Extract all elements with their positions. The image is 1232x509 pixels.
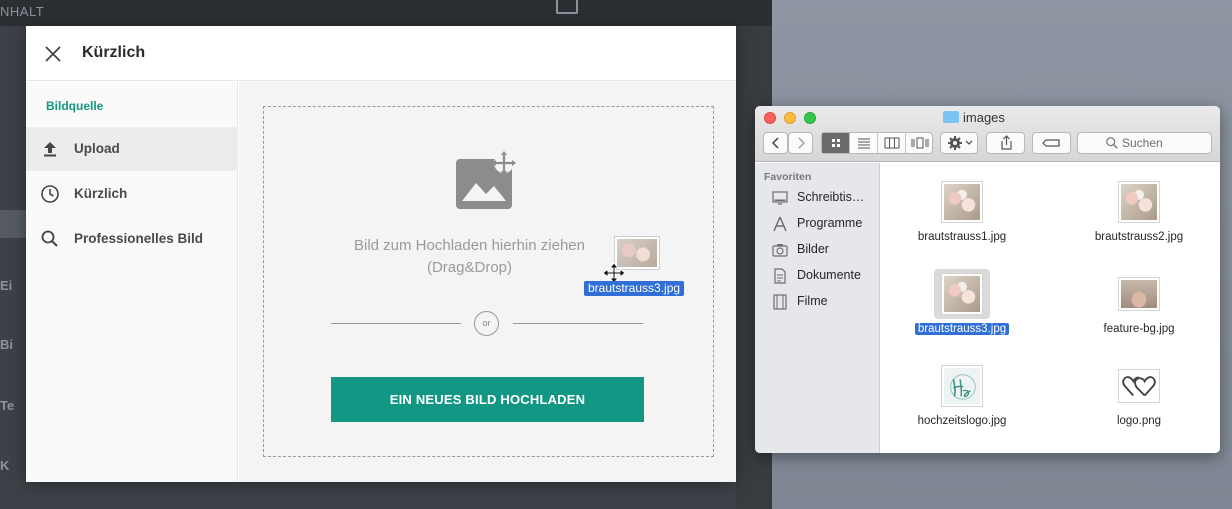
columns-icon — [884, 137, 900, 149]
sidebar-item-label: Kürzlich — [74, 186, 128, 201]
file-thumbnail — [941, 365, 983, 407]
desktop-icon — [772, 190, 788, 206]
tag-icon — [1042, 139, 1060, 147]
sidebar-heading: Bildquelle — [46, 99, 104, 113]
sidebar-item-label: Dokumente — [797, 268, 861, 282]
search-placeholder: Suchen — [1122, 136, 1163, 150]
file-item[interactable]: hochzeitslogo.jpg — [897, 353, 1027, 433]
sidebar-item-label: Upload — [74, 141, 120, 156]
file-name: brautstrauss1.jpg — [917, 231, 1007, 243]
sidebar-item-professional-image[interactable]: Professionelles Bild — [26, 217, 238, 261]
folder-icon — [943, 111, 959, 123]
finder-window-title: images — [943, 110, 1005, 125]
share-icon — [1001, 135, 1012, 150]
sidebar-item-applications[interactable]: Programme — [772, 213, 880, 235]
sidebar-item-desktop[interactable]: Schreibtis… — [772, 187, 880, 209]
file-thumbnail — [941, 181, 983, 223]
background-topbar: NHALT — [0, 0, 772, 26]
background-header-text: NHALT — [0, 4, 45, 19]
file-thumbnail — [1118, 369, 1160, 403]
share-button[interactable] — [986, 132, 1025, 154]
list-view-button[interactable] — [850, 133, 878, 153]
hochzeitslogo-thumbnail — [944, 368, 980, 404]
icon-view-button[interactable] — [822, 133, 850, 153]
upload-new-image-button[interactable]: EIN NEUES BILD HOCHLADEN — [331, 377, 644, 422]
sidebar-item-label: Schreibtis… — [797, 190, 865, 204]
file-name: logo.png — [1116, 415, 1162, 427]
back-button[interactable] — [763, 132, 788, 154]
background-text-fragment: K — [0, 458, 10, 473]
applications-icon — [772, 216, 788, 232]
finder-sidebar: Favoriten Schreibtis… Programme Bilder D… — [755, 163, 880, 453]
grid-icon — [832, 139, 840, 147]
finder-window: images Suchen Favoriten Schreibtis… Prog… — [755, 106, 1220, 453]
favorites-heading: Favoriten — [764, 171, 812, 183]
image-placeholder-icon — [456, 151, 516, 209]
chevron-left-icon — [771, 137, 779, 149]
divider-left — [331, 323, 461, 324]
divider-right — [513, 323, 643, 324]
background-text-fragment: Te — [0, 398, 15, 413]
file-name: hochzeitslogo.jpg — [917, 415, 1007, 427]
list-icon — [858, 138, 870, 149]
close-icon — [45, 46, 61, 62]
cover-flow-view-button[interactable] — [906, 133, 934, 153]
file-item[interactable]: feature-bg.jpg — [1074, 261, 1204, 341]
sidebar-item-label: Bilder — [797, 242, 829, 256]
action-menu-button[interactable] — [940, 132, 978, 154]
gear-icon — [948, 136, 973, 150]
file-name: brautstrauss3.jpg — [914, 323, 1010, 335]
sidebar-item-label: Filme — [797, 294, 828, 308]
file-item[interactable]: brautstrauss2.jpg — [1074, 169, 1204, 249]
documents-icon — [772, 268, 788, 284]
file-item-selected[interactable]: brautstrauss3.jpg — [897, 261, 1027, 341]
file-thumbnail — [1118, 277, 1160, 311]
finder-title-text: images — [963, 110, 1005, 125]
background-text-fragment: Bi — [0, 337, 13, 352]
modal-header: Kürzlich — [26, 26, 736, 81]
file-item[interactable]: brautstrauss1.jpg — [897, 169, 1027, 249]
file-item[interactable]: logo.png — [1074, 353, 1204, 433]
sidebar-item-label: Professionelles Bild — [74, 231, 204, 246]
monitor-icon — [556, 0, 578, 14]
file-name: feature-bg.jpg — [1103, 323, 1175, 335]
sidebar-item-recent[interactable]: Kürzlich — [26, 172, 238, 216]
image-source-sidebar: Bildquelle Upload Kürzlich Professionell… — [26, 82, 238, 482]
background-highlight-strip — [0, 210, 26, 238]
window-close-button[interactable] — [764, 112, 776, 124]
sidebar-item-documents[interactable]: Dokumente — [772, 265, 880, 287]
camera-icon — [772, 242, 788, 258]
sidebar-item-label: Programme — [797, 216, 863, 230]
file-thumbnail — [941, 273, 983, 315]
search-icon — [40, 229, 60, 249]
cover-flow-icon — [911, 137, 929, 149]
forward-button[interactable] — [788, 132, 813, 154]
film-icon — [772, 294, 788, 310]
upload-icon — [40, 139, 60, 159]
drag-ghost-filename: brautstrauss3.jpg — [584, 281, 685, 296]
chevron-right-icon — [798, 137, 806, 149]
window-zoom-button[interactable] — [804, 112, 816, 124]
finder-file-area: brautstrauss1.jpg brautstrauss2.jpg brau… — [881, 163, 1220, 453]
clock-icon — [40, 184, 60, 204]
sidebar-item-movies[interactable]: Filme — [772, 291, 880, 313]
logo-hearts-thumbnail — [1121, 372, 1157, 400]
background-text-fragment: Ei — [0, 278, 13, 293]
column-view-button[interactable] — [878, 133, 906, 153]
sidebar-item-pictures[interactable]: Bilder — [772, 239, 880, 261]
close-button[interactable] — [42, 43, 64, 65]
modal-title: Kürzlich — [82, 44, 146, 61]
file-thumbnail — [1118, 181, 1160, 223]
view-mode-control[interactable] — [821, 132, 933, 154]
sidebar-item-upload[interactable]: Upload — [26, 127, 238, 171]
search-icon — [1106, 137, 1118, 149]
finder-titlebar: images Suchen — [755, 106, 1220, 162]
file-name: brautstrauss2.jpg — [1094, 231, 1184, 243]
window-minimize-button[interactable] — [784, 112, 796, 124]
or-separator: or — [474, 311, 499, 336]
tag-button[interactable] — [1032, 132, 1071, 154]
search-field[interactable]: Suchen — [1077, 132, 1212, 154]
